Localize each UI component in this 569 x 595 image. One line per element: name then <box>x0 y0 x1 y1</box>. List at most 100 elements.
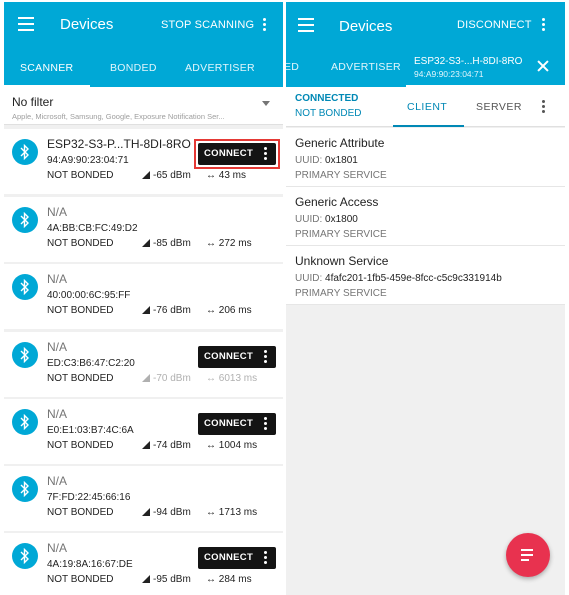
tab-bonded-partial[interactable]: ED <box>286 61 299 73</box>
more-vert-icon[interactable] <box>264 147 268 161</box>
bond-state: NOT BONDED <box>47 373 114 384</box>
interval-icon: ↔ <box>206 305 216 316</box>
advertising-interval: ↔ 43 ms <box>206 170 247 181</box>
interval-icon: ↔ <box>206 507 216 518</box>
service-name: Generic Access <box>295 195 379 209</box>
interval-icon: ↔ <box>206 440 216 451</box>
stop-scanning-button[interactable]: STOP SCANNING <box>161 19 254 31</box>
rssi-value: -85 dBm <box>142 238 191 249</box>
more-vert-icon[interactable] <box>542 100 546 114</box>
filter-subtitle: Apple, Microsoft, Samsung, Google, Expos… <box>12 112 225 121</box>
connection-state: CONNECTED <box>295 93 359 104</box>
bluetooth-icon <box>12 543 38 569</box>
service-item[interactable]: Unknown Service UUID: 4fafc201-1fb5-459e… <box>286 246 565 305</box>
bluetooth-icon <box>12 139 38 165</box>
advertising-interval: ↔ 272 ms <box>206 238 252 249</box>
service-type: PRIMARY SERVICE <box>295 229 387 240</box>
signal-icon <box>142 171 150 179</box>
service-name: Unknown Service <box>295 254 389 268</box>
bluetooth-icon <box>12 274 38 300</box>
device-address: 7F:FD:22:45:66:16 <box>47 492 131 503</box>
rssi-value: -94 dBm <box>142 507 191 518</box>
connect-button[interactable]: CONNECT <box>198 143 276 165</box>
signal-icon <box>142 239 150 247</box>
connect-button[interactable]: CONNECT <box>198 413 276 435</box>
tab-device-name[interactable]: ESP32-S3-...H-8DI-8RO <box>414 56 522 67</box>
device-card[interactable]: N/A 4A:BB:CB:FC:49:D2 NOT BONDED -85 dBm… <box>4 197 283 262</box>
interval-icon: ↔ <box>206 373 216 384</box>
service-type: PRIMARY SERVICE <box>295 170 387 181</box>
signal-icon <box>142 441 150 449</box>
connect-button[interactable]: CONNECT <box>198 346 276 368</box>
toolbar: Devices DISCONNECT <box>286 2 565 50</box>
tab-advertiser[interactable]: ADVERTISER <box>185 62 255 74</box>
device-card[interactable]: ESP32-S3-P...TH-8DI-8RO 94:A9:90:23:04:7… <box>4 129 283 194</box>
tab-bonded[interactable]: BONDED <box>110 62 157 74</box>
service-item[interactable]: Generic Attribute UUID: 0x1801 PRIMARY S… <box>286 128 565 187</box>
fab-list-icon[interactable] <box>506 533 550 577</box>
tab-device-address: 94:A9:90:23:04:71 <box>414 69 484 79</box>
device-address: 4A:BB:CB:FC:49:D2 <box>47 223 138 234</box>
bond-state: NOT BONDED <box>47 305 114 316</box>
more-vert-icon[interactable] <box>542 18 546 32</box>
service-name: Generic Attribute <box>295 136 385 150</box>
device-name: N/A <box>47 541 68 555</box>
device-card[interactable]: N/A E0:E1:03:B7:4C:6A NOT BONDED -74 dBm… <box>4 399 283 464</box>
tab-client[interactable]: CLIENT <box>407 101 447 113</box>
filter-label: No filter <box>12 95 54 109</box>
more-vert-icon[interactable] <box>263 18 267 32</box>
bluetooth-icon <box>12 476 38 502</box>
tab-bar: SCANNER BONDED ADVERTISER <box>4 54 283 87</box>
menu-icon[interactable] <box>298 18 314 32</box>
device-card[interactable]: N/A 7F:FD:22:45:66:16 NOT BONDED -94 dBm… <box>4 466 283 531</box>
service-type: PRIMARY SERVICE <box>295 288 387 299</box>
bond-state: NOT BONDED <box>295 108 362 119</box>
advertising-interval: ↔ 6013 ms <box>206 373 258 384</box>
connection-status-bar: CONNECTED NOT BONDED CLIENT SERVER <box>286 87 565 127</box>
client-pane: Devices DISCONNECT ED ADVERTISER ESP32-S… <box>286 2 565 595</box>
signal-icon <box>142 374 150 382</box>
device-name: N/A <box>47 272 68 286</box>
advertising-interval: ↔ 206 ms <box>206 305 252 316</box>
menu-icon[interactable] <box>18 17 34 31</box>
rssi-value: -74 dBm <box>142 440 191 451</box>
rssi-value: -70 dBm <box>142 373 191 384</box>
toolbar: Devices STOP SCANNING <box>4 2 283 50</box>
filter-dropdown[interactable]: No filter Apple, Microsoft, Samsung, Goo… <box>4 87 283 125</box>
bond-state: NOT BONDED <box>47 507 114 518</box>
app-bar: Devices STOP SCANNING SCANNER BONDED ADV… <box>4 2 283 87</box>
interval-icon: ↔ <box>206 574 216 585</box>
more-vert-icon[interactable] <box>264 417 268 431</box>
tab-scanner[interactable]: SCANNER <box>20 62 73 74</box>
device-name: N/A <box>47 205 68 219</box>
page-title: Devices <box>60 16 114 33</box>
dropdown-arrow-icon <box>262 101 270 106</box>
device-name: N/A <box>47 407 68 421</box>
more-vert-icon[interactable] <box>264 350 268 364</box>
device-card[interactable]: N/A ED:C3:B6:47:C2:20 NOT BONDED -70 dBm… <box>4 332 283 397</box>
close-icon[interactable] <box>537 60 549 72</box>
tab-server[interactable]: SERVER <box>476 101 522 113</box>
rssi-value: -65 dBm <box>142 170 191 181</box>
connect-button[interactable]: CONNECT <box>198 547 276 569</box>
bond-state: NOT BONDED <box>47 170 114 181</box>
bluetooth-icon <box>12 342 38 368</box>
advertising-interval: ↔ 284 ms <box>206 574 252 585</box>
app-bar: Devices DISCONNECT ED ADVERTISER ESP32-S… <box>286 2 565 87</box>
device-name: N/A <box>47 474 68 488</box>
device-card[interactable]: N/A 4A:19:8A:16:67:DE NOT BONDED -95 dBm… <box>4 533 283 595</box>
bond-state: NOT BONDED <box>47 440 114 451</box>
device-name: N/A <box>47 340 68 354</box>
device-card[interactable]: N/A 40:00:00:6C:95:FF NOT BONDED -76 dBm… <box>4 264 283 329</box>
device-address: 4A:19:8A:16:67:DE <box>47 559 133 570</box>
bluetooth-icon <box>12 207 38 233</box>
tab-advertiser[interactable]: ADVERTISER <box>331 61 401 73</box>
service-uuid: UUID: 0x1801 <box>295 155 358 166</box>
more-vert-icon[interactable] <box>264 551 268 565</box>
disconnect-button[interactable]: DISCONNECT <box>457 19 532 31</box>
bond-state: NOT BONDED <box>47 574 114 585</box>
device-name: ESP32-S3-P...TH-8DI-8RO <box>47 137 191 151</box>
rssi-value: -76 dBm <box>142 305 191 316</box>
device-address: 40:00:00:6C:95:FF <box>47 290 131 301</box>
service-item[interactable]: Generic Access UUID: 0x1800 PRIMARY SERV… <box>286 187 565 246</box>
